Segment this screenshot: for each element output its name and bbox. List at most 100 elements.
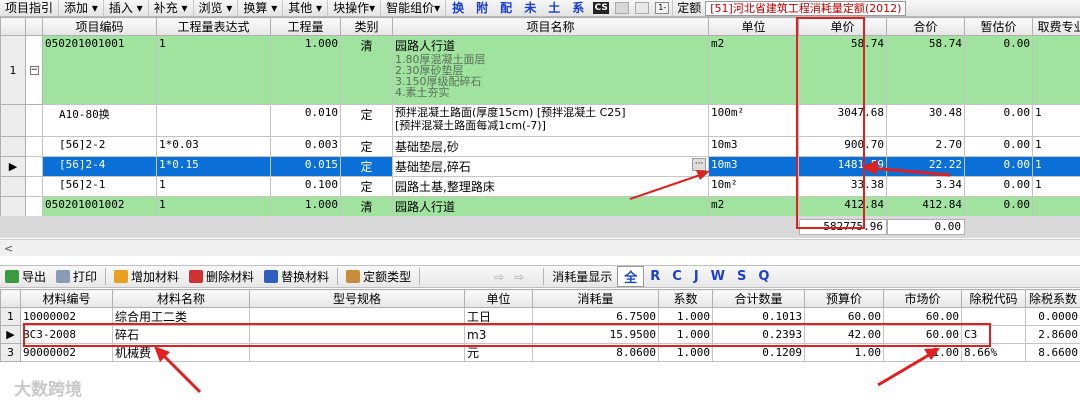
mat-code[interactable]: 10000002	[20, 307, 113, 326]
table-row[interactable]: [56]2-1 1 0.100 定 园路土基,整理路床 10m² 33.38 3…	[0, 176, 1080, 197]
mat-coef[interactable]: 1.000	[658, 343, 713, 362]
quick-attach[interactable]: 附	[470, 0, 494, 16]
cell-expr[interactable]: 1	[156, 196, 271, 217]
quick-replace[interactable]: 换	[446, 0, 470, 16]
quick-system[interactable]: 系	[566, 0, 590, 16]
delete-material-button[interactable]: 删除材料	[184, 266, 259, 287]
col-header-sum-qty[interactable]: 合计数量	[712, 289, 805, 308]
cell-unit[interactable]: 100m²	[708, 104, 799, 137]
ellipsis-button[interactable]: ···	[692, 158, 706, 171]
col-header-market[interactable]: 市场价	[883, 289, 962, 308]
cell-unit[interactable]: m2	[708, 196, 799, 217]
mat-taxcode[interactable]: 8.66%	[961, 343, 1026, 362]
quick-match[interactable]: 配	[494, 0, 518, 16]
table-row[interactable]: [56]2-2 1*0.03 0.003 定 基础垫层,砂 10m3 900.7…	[0, 136, 1080, 157]
col-header-budget[interactable]: 预算价	[804, 289, 884, 308]
cell-name-editing[interactable]: 基础垫层,碎石 ···	[392, 156, 709, 177]
toolbar-item-convert[interactable]: 换算 ▾	[238, 0, 284, 16]
item-name[interactable]: 基础垫层,碎石	[395, 160, 471, 174]
toolbar-item-insert[interactable]: 插入 ▾	[104, 0, 149, 16]
cell-fee[interactable]	[1032, 35, 1080, 105]
mat-unit[interactable]: m3	[464, 325, 533, 344]
col-header-mat-unit[interactable]: 单位	[464, 289, 533, 308]
cell-code[interactable]: [56]2-4	[42, 156, 157, 177]
material-row[interactable]: 1 10000002 综合用工二类 工日 6.7500 1.000 0.1013…	[0, 307, 1080, 326]
col-header-coef[interactable]: 系数	[658, 289, 713, 308]
mat-sum[interactable]: 0.2393	[712, 325, 805, 344]
filter-r[interactable]: R	[644, 269, 666, 284]
col-header-mat-name[interactable]: 材料名称	[112, 289, 250, 308]
col-header-total[interactable]: 合价	[886, 17, 965, 36]
cell-price[interactable]: 33.38	[798, 176, 887, 197]
mat-unit[interactable]: 工日	[464, 307, 533, 326]
cell-est[interactable]: 0.00	[964, 156, 1033, 177]
row-pointer-icon[interactable]: ▶	[0, 156, 26, 177]
mat-consume[interactable]: 15.9500	[532, 325, 659, 344]
row-number[interactable]	[0, 176, 26, 197]
cell-expr[interactable]: 1	[156, 176, 271, 197]
cell-expr[interactable]	[156, 104, 271, 137]
col-header-taxcoef[interactable]: 除税系数	[1025, 289, 1080, 308]
material-row[interactable]: 3 90000002 机械费 元 8.0600 1.000 0.1209 1.0…	[0, 343, 1080, 362]
cell-price[interactable]: 1481.59	[798, 156, 887, 177]
cs-icon[interactable]: CS	[593, 2, 610, 14]
table-row[interactable]: A10-80换 0.010 定 预拌混凝土路面(厚度15cm) [预拌混凝土 C…	[0, 104, 1080, 137]
export-button[interactable]: 导出	[0, 266, 51, 287]
row-number[interactable]	[0, 104, 26, 137]
cell-name[interactable]: 基础垫层,砂	[392, 136, 709, 157]
filter-w[interactable]: W	[705, 269, 731, 284]
mat-sum[interactable]: 0.1209	[712, 343, 805, 362]
cell-expr[interactable]: 1*0.03	[156, 136, 271, 157]
cell-qty[interactable]: 0.100	[270, 176, 341, 197]
mat-coef[interactable]: 1.000	[658, 307, 713, 326]
mat-taxcode[interactable]: C3	[961, 325, 1026, 344]
col-header-consume[interactable]: 消耗量	[532, 289, 659, 308]
nav-back-icon[interactable]: ⇨	[489, 266, 509, 287]
col-header-taxcode[interactable]: 除税代码	[961, 289, 1026, 308]
table-row-selected[interactable]: ▶ [56]2-4 1*0.15 0.015 定 基础垫层,碎石 ··· 10m…	[0, 156, 1080, 177]
horizontal-scrollbar[interactable]: <	[0, 239, 1080, 256]
cell-type[interactable]: 定	[340, 104, 393, 137]
cell-expr[interactable]: 1	[156, 35, 271, 105]
cell-fee[interactable]: 1	[1032, 156, 1080, 177]
col-header-type[interactable]: 类别	[340, 17, 393, 36]
scroll-left-icon[interactable]: <	[4, 242, 13, 255]
mat-code[interactable]: 90000002	[20, 343, 113, 362]
print-button[interactable]: 打印	[51, 266, 102, 287]
quota-select[interactable]: [51]河北省建筑工程消耗量定额(2012)	[705, 0, 907, 16]
mat-unit[interactable]: 元	[464, 343, 533, 362]
mat-code[interactable]: BC3-2008	[20, 325, 113, 344]
cell-qty[interactable]: 0.015	[270, 156, 341, 177]
cell-price[interactable]: 58.74	[798, 35, 887, 105]
cell-type[interactable]: 清	[340, 35, 393, 105]
cell-total[interactable]: 3.34	[886, 176, 965, 197]
cell-price[interactable]: 3047.68	[798, 104, 887, 137]
col-header-price[interactable]: 单价	[798, 17, 887, 36]
filter-c[interactable]: C	[666, 269, 688, 284]
tree-toggle[interactable]: −	[25, 35, 43, 105]
mat-spec[interactable]	[249, 343, 465, 362]
cell-qty[interactable]: 0.003	[270, 136, 341, 157]
row-number[interactable]: 1	[0, 35, 26, 105]
cell-type[interactable]: 定	[340, 156, 393, 177]
cell-total[interactable]: 30.48	[886, 104, 965, 137]
toolbar-item-add[interactable]: 添加 ▾	[59, 0, 104, 16]
cell-qty[interactable]: 0.010	[270, 104, 341, 137]
cell-qty[interactable]: 1.000	[270, 196, 341, 217]
col-header-spec[interactable]: 型号规格	[249, 289, 465, 308]
cell-price[interactable]: 412.84	[798, 196, 887, 217]
cell-est[interactable]: 0.00	[964, 104, 1033, 137]
cell-type[interactable]: 清	[340, 196, 393, 217]
cell-fee[interactable]	[1032, 196, 1080, 217]
collapse-icon[interactable]: −	[29, 66, 39, 75]
nav-forward-icon[interactable]: ⇨	[509, 266, 529, 287]
col-header-est[interactable]: 暂估价	[964, 17, 1033, 36]
add-material-button[interactable]: 增加材料	[109, 266, 184, 287]
mat-name[interactable]: 碎石	[112, 325, 250, 344]
cell-total[interactable]: 58.74	[886, 35, 965, 105]
col-header-fee[interactable]: 取费专业	[1032, 17, 1080, 36]
cell-code[interactable]: 050201001002	[42, 196, 157, 217]
mat-consume[interactable]: 6.7500	[532, 307, 659, 326]
col-header-code[interactable]: 项目编码	[42, 17, 157, 36]
cell-total[interactable]: 22.22	[886, 156, 965, 177]
